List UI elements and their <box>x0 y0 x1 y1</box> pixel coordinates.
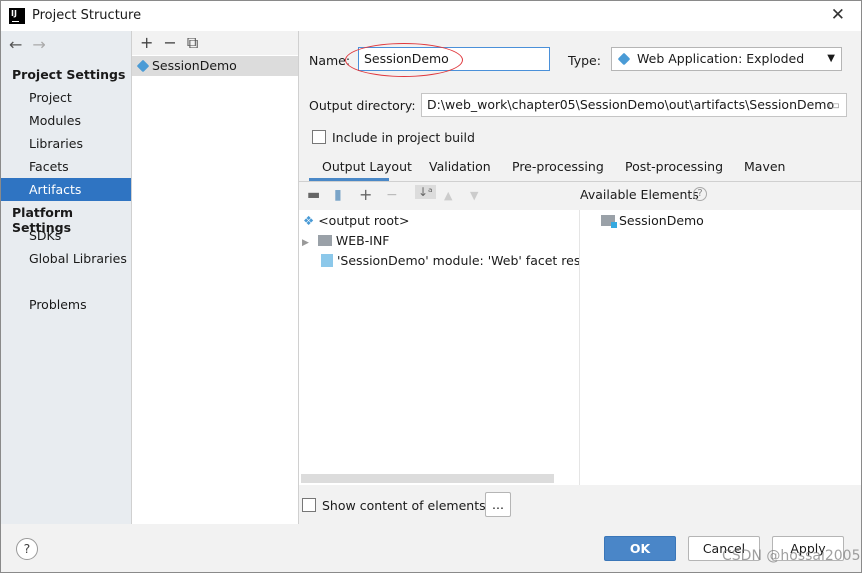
tree-label: 'SessionDemo' module: 'Web' facet resou <box>337 253 579 268</box>
module-folder-icon <box>601 215 617 228</box>
title-bar: IJ Project Structure ✕ <box>1 1 861 31</box>
artifact-item[interactable]: SessionDemo <box>132 56 298 76</box>
ok-button[interactable]: OK <box>604 536 676 561</box>
tree-item-facet-resources[interactable]: 'SessionDemo' module: 'Web' facet resou <box>321 251 579 271</box>
type-label: Type: <box>568 53 601 68</box>
available-elements-tree: SessionDemo <box>579 210 861 485</box>
add-icon[interactable]: + <box>140 33 153 52</box>
move-up-icon[interactable]: ▲ <box>444 189 452 202</box>
sidebar-item-artifacts[interactable]: Artifacts <box>1 178 131 201</box>
tab-validation[interactable]: Validation <box>429 157 491 181</box>
name-label: Name: <box>309 53 351 68</box>
folder-browse-icon[interactable]: ▭ <box>828 94 840 116</box>
close-icon[interactable]: ✕ <box>831 5 845 25</box>
tree-label: <output root> <box>318 213 410 228</box>
include-in-build-checkbox[interactable] <box>312 130 326 144</box>
sidebar: ← → Project Settings Project Modules Libr… <box>1 31 131 524</box>
sidebar-item-global-libraries[interactable]: Global Libraries <box>1 247 131 270</box>
show-content-options-button[interactable]: ... <box>485 492 511 517</box>
forward-arrow-icon[interactable]: → <box>32 35 45 54</box>
tab-maven[interactable]: Maven <box>744 157 785 181</box>
archive-icon[interactable]: ▮ <box>334 187 342 203</box>
output-root-icon: ❖ <box>303 213 315 228</box>
available-item[interactable]: SessionDemo <box>601 211 704 231</box>
artifact-label: SessionDemo <box>152 58 237 73</box>
section-project-settings: Project Settings <box>12 67 126 82</box>
tree-item-web-inf[interactable]: ▶ WEB-INF <box>302 231 390 251</box>
remove-icon[interactable]: − <box>163 33 176 52</box>
copy-icon[interactable]: ⧉ <box>187 33 198 52</box>
sidebar-item-modules[interactable]: Modules <box>1 109 131 132</box>
help-icon[interactable]: ? <box>693 187 707 201</box>
folder-icon <box>317 235 332 246</box>
remove-icon[interactable]: − <box>386 187 398 203</box>
available-label: SessionDemo <box>619 213 704 228</box>
help-button[interactable]: ? <box>16 538 38 560</box>
sort-icon[interactable]: ↓ᵃ <box>415 185 436 199</box>
output-directory-input[interactable]: D:\web_work\chapter05\SessionDemo\out\ar… <box>421 93 847 117</box>
sidebar-item-libraries[interactable]: Libraries <box>1 132 131 155</box>
sidebar-item-facets[interactable]: Facets <box>1 155 131 178</box>
expand-arrow-icon[interactable]: ▶ <box>302 238 309 248</box>
show-content-checkbox[interactable] <box>302 498 316 512</box>
new-folder-icon[interactable]: ▬ <box>307 187 320 203</box>
include-in-build-label: Include in project build <box>332 130 475 145</box>
watermark: CSDN @hossai2005 <box>722 548 861 564</box>
tree-item-output-root[interactable]: ❖ <output root> <box>303 211 409 231</box>
project-structure-dialog: IJ Project Structure ✕ ← → Project Settin… <box>0 0 862 573</box>
output-directory-value: D:\web_work\chapter05\SessionDemo\out\ar… <box>427 97 835 112</box>
show-content-label: Show content of elements <box>322 498 486 513</box>
add-copy-icon[interactable]: + <box>359 185 372 204</box>
annotation-circle <box>345 43 463 77</box>
horizontal-scrollbar[interactable] <box>301 474 554 483</box>
web-app-icon <box>617 52 631 66</box>
tree-label: WEB-INF <box>335 233 390 248</box>
output-layout-panel: ▬ ▮ + − ↓ᵃ ▲ ▼ Available Elements ? ❖ <o… <box>299 181 861 485</box>
artifact-details: Name: SessionDemo Type: Web Application:… <box>299 31 861 524</box>
output-directory-label: Output directory: <box>309 98 416 113</box>
available-elements-label: Available Elements <box>580 187 699 202</box>
output-tree: ❖ <output root> ▶ WEB-INF 'SessionDemo' m… <box>299 210 579 485</box>
tab-output-layout[interactable]: Output Layout <box>309 157 412 181</box>
window-title: Project Structure <box>32 8 142 23</box>
web-artifact-icon <box>136 59 150 73</box>
sidebar-item-project[interactable]: Project <box>1 86 131 109</box>
type-select[interactable]: Web Application: Exploded ▼ <box>611 47 842 71</box>
back-arrow-icon[interactable]: ← <box>9 35 22 54</box>
web-resource-icon <box>321 254 333 267</box>
tab-pre-processing[interactable]: Pre-processing <box>512 157 604 181</box>
sidebar-item-problems[interactable]: Problems <box>1 293 131 316</box>
artifact-list-panel: + − ⧉ SessionDemo <box>131 31 299 524</box>
intellij-logo: IJ <box>9 8 25 24</box>
type-value: Web Application: Exploded <box>637 51 805 66</box>
tab-post-processing[interactable]: Post-processing <box>625 157 723 181</box>
chevron-down-icon: ▼ <box>827 53 835 64</box>
sidebar-item-sdks[interactable]: SDKs <box>1 224 131 247</box>
move-down-icon[interactable]: ▼ <box>470 189 478 202</box>
layout-toolbar: ▬ ▮ + − ↓ᵃ ▲ ▼ Available Elements ? <box>299 182 861 210</box>
